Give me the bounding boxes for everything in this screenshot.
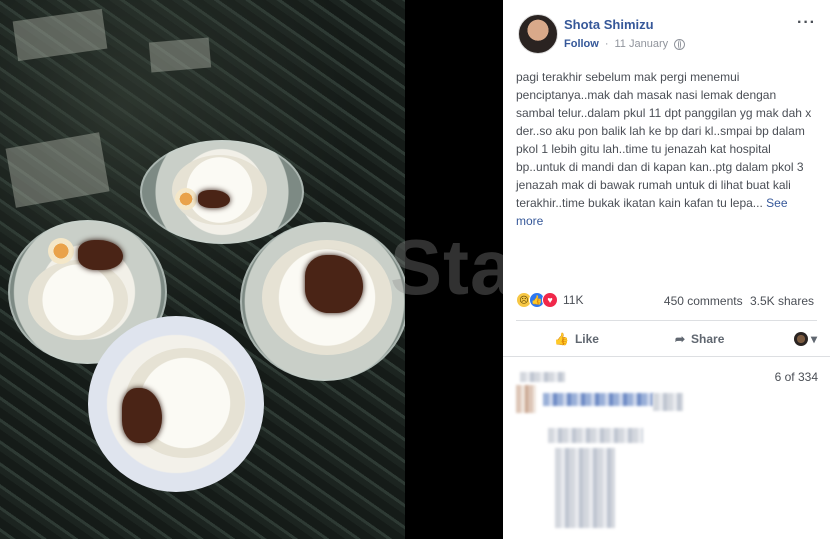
action-bar: 👍 Like ➦ Share ▾ (516, 326, 817, 352)
post-text: pagi terakhir sebelum mak pergi menemui … (516, 68, 818, 230)
post-stats: 450 comments 3.5K shares (660, 294, 814, 308)
like-label: Like (574, 332, 599, 346)
comment-position-counter: 6 of 334 (774, 370, 818, 384)
divider (503, 356, 830, 357)
tablecloth-tile (148, 37, 212, 73)
tablecloth-tile (12, 8, 108, 62)
reaction-summary[interactable]: ☹ 👍 ♥ 11K (516, 292, 583, 308)
blurred-comment-text (653, 393, 683, 411)
post-side-panel: Shota Shimizu Follow · 11 January ··· pa… (503, 0, 830, 539)
share-label: Share (691, 332, 725, 346)
blurred-comment-text (520, 372, 565, 382)
blurred-comment-text (555, 448, 615, 528)
watermark-text: Star (390, 223, 503, 311)
share-arrow-icon: ➦ (674, 332, 686, 346)
photo-viewer[interactable]: Star (0, 0, 503, 539)
follow-link[interactable]: Follow (564, 38, 599, 50)
public-globe-icon (674, 38, 686, 50)
thumbs-up-icon: 👍 (554, 332, 569, 346)
blurred-avatar (516, 385, 536, 413)
author-avatar[interactable] (518, 14, 558, 54)
reaction-as-selector[interactable]: ▾ (793, 332, 817, 346)
egg (175, 188, 197, 210)
post-body: pagi terakhir sebelum mak pergi menemui … (516, 70, 812, 210)
meta-separator: · (604, 38, 609, 50)
share-button[interactable]: ➦ Share (675, 332, 724, 346)
rice (28, 260, 128, 340)
profile-avatar-icon (793, 332, 808, 346)
sambal (198, 190, 230, 208)
egg (48, 238, 74, 264)
author-name[interactable]: Shota Shimizu (564, 17, 654, 32)
blurred-commenter-name (543, 393, 653, 406)
post-photo[interactable] (0, 0, 405, 539)
reaction-count: 11K (563, 293, 584, 307)
post-date[interactable]: 11 January (615, 38, 669, 50)
sambal (78, 240, 123, 270)
like-button[interactable]: 👍 Like (554, 332, 599, 346)
post-meta: Follow · 11 January (564, 38, 686, 50)
comment-count[interactable]: 450 comments (664, 294, 743, 308)
share-count[interactable]: 3.5K shares (750, 294, 814, 308)
more-options-icon[interactable]: ··· (797, 14, 816, 32)
tablecloth-tile (5, 132, 110, 208)
chevron-down-icon: ▾ (810, 332, 817, 346)
blurred-comment-text (548, 428, 643, 443)
love-reaction-icon: ♥ (542, 292, 558, 308)
divider (516, 320, 817, 321)
